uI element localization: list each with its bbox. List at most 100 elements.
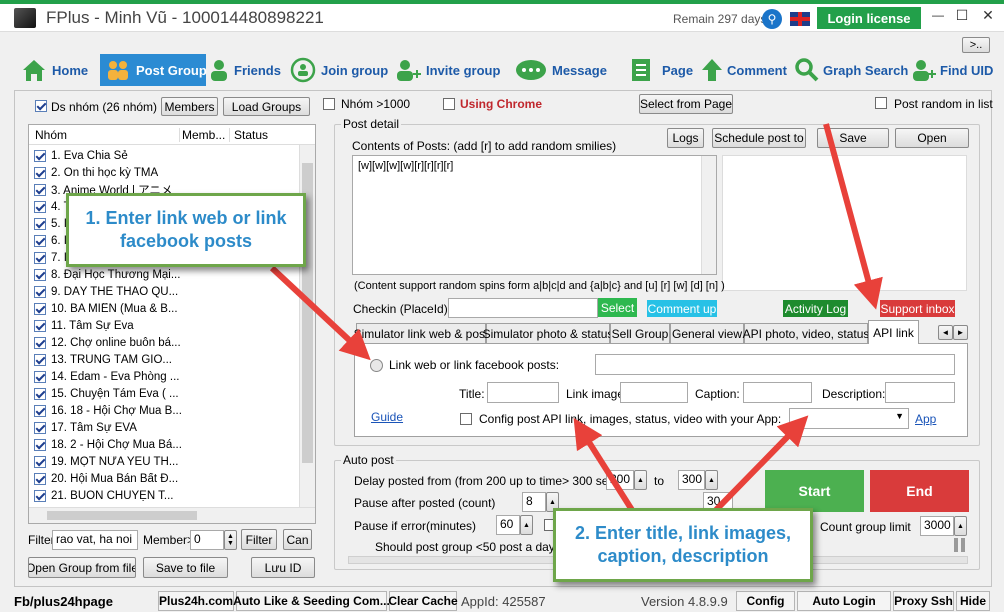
uk-flag-icon[interactable] (790, 12, 810, 26)
content-textarea[interactable]: [w][w][w][w][r][r][r][r] (352, 155, 717, 275)
group-row-checkbox[interactable] (34, 387, 46, 400)
close-button[interactable]: ✕ (978, 7, 998, 24)
using-chrome-checkbox[interactable] (443, 98, 455, 110)
group-row-checkbox[interactable] (34, 217, 46, 230)
group-list-hscroll[interactable] (29, 507, 315, 523)
plus24h-button[interactable]: Plus24h.com (158, 591, 234, 611)
tab-sell-group[interactable]: Sell Group (610, 323, 670, 343)
group-row[interactable]: 12. Chợ online buôn bá... (30, 334, 302, 351)
luu-id-button[interactable]: Lưu ID (251, 557, 315, 578)
group-row-checkbox[interactable] (34, 200, 46, 213)
group-row[interactable]: 20. Hội Mua Bán Bất Đ... (30, 470, 302, 487)
link-radio[interactable] (370, 359, 383, 372)
group-row[interactable]: 10. BA MIỀN (Mua & B... (30, 300, 302, 317)
filter-button[interactable]: Filter (241, 529, 277, 550)
schedule-button[interactable]: Schedule post to (712, 128, 806, 148)
group-row[interactable]: 18. 2 - Hội Chợ Mua Bá... (30, 436, 302, 453)
member-input[interactable]: 0 (190, 530, 224, 550)
tab-simulator-photo[interactable]: Simulator photo & status (483, 323, 613, 343)
nav-comment[interactable]: Comment (701, 54, 787, 86)
nhom-1000-checkbox[interactable] (323, 98, 335, 110)
tab-api-link[interactable]: API link (868, 320, 919, 344)
select-from-page-button[interactable]: Select from Page (639, 94, 733, 114)
link-image-input[interactable] (620, 382, 688, 403)
proxy-ssh-button[interactable]: Proxy Ssh (893, 591, 954, 611)
group-row[interactable]: 2. Ôn thi học kỳ TMA (30, 164, 302, 181)
nav-find-uid[interactable]: Find UID (910, 54, 993, 86)
group-row-checkbox[interactable] (34, 251, 46, 264)
pause-icon[interactable] (954, 538, 968, 554)
group-row-checkbox[interactable] (34, 183, 46, 196)
tab-scroll-left[interactable]: ◄ (938, 325, 953, 340)
auto-login-button[interactable]: Auto Login (797, 591, 891, 611)
activity-log-button[interactable]: Activity Log (783, 300, 848, 317)
key-icon[interactable]: ⚲ (762, 9, 782, 29)
tab-general-view[interactable]: General view (670, 323, 744, 343)
support-inbox-button[interactable]: Support inbox (880, 300, 955, 317)
group-row[interactable]: 1. Eva Chia Sẻ (30, 147, 302, 164)
logs-button[interactable]: Logs (667, 128, 704, 148)
can-button[interactable]: Can (283, 529, 312, 550)
config-checkbox[interactable] (460, 413, 472, 425)
maximize-button[interactable]: ☐ (952, 7, 972, 24)
more-button[interactable]: >.. (962, 37, 990, 53)
nav-graph-search[interactable]: Graph Search (793, 54, 908, 86)
group-row[interactable]: 11. Tâm Sự Eva (30, 317, 302, 334)
nav-page[interactable]: Page (628, 54, 693, 86)
ds-nhom-checkbox[interactable] (35, 100, 47, 112)
nav-message[interactable]: Message (514, 54, 607, 86)
group-row[interactable]: 19. MỘT NỬA YÊU TH... (30, 453, 302, 470)
group-row-checkbox[interactable] (34, 302, 46, 315)
login-license-button[interactable]: Login license (817, 7, 921, 29)
title-input[interactable] (487, 382, 559, 403)
group-row-checkbox[interactable] (34, 166, 46, 179)
start-button[interactable]: Start (765, 470, 864, 512)
count-group-spinner[interactable]: ▲ (954, 516, 967, 536)
group-row-checkbox[interactable] (34, 455, 46, 468)
delay-from-input[interactable]: 200 (606, 470, 634, 490)
tab-scroll-right[interactable]: ► (953, 325, 968, 340)
group-row-checkbox[interactable] (34, 234, 46, 247)
group-row[interactable]: 16. 18 - Hội Chợ Mua B... (30, 402, 302, 419)
group-row[interactable]: 17. Tâm Sự EVA (30, 419, 302, 436)
content-scrollbar[interactable] (701, 156, 716, 274)
tab-simulator-link[interactable]: Simulator link web & post (354, 323, 488, 343)
save-file-button[interactable]: Save to file (143, 557, 228, 578)
app-select[interactable]: ▼ (789, 408, 909, 429)
group-row-checkbox[interactable] (34, 421, 46, 434)
group-row-checkbox[interactable] (34, 285, 46, 298)
group-row-checkbox[interactable] (34, 268, 46, 281)
group-row[interactable]: 9. DÂY THỂ THAO QU... (30, 283, 302, 300)
count-group-input[interactable]: 3000 (920, 516, 954, 536)
save-button[interactable]: Save (817, 128, 889, 148)
members-button[interactable]: Members (161, 97, 218, 116)
app-link[interactable]: App (915, 412, 936, 426)
nav-friends[interactable]: Friends (208, 54, 281, 86)
auto-like-button[interactable]: Auto Like & Seeding Com... (233, 591, 390, 611)
group-row[interactable]: 14. Edam - Eva Phòng ... (30, 368, 302, 385)
group-row[interactable]: 15. Chuyện Tám Eva ( ... (30, 385, 302, 402)
load-groups-button[interactable]: Load Groups (223, 97, 310, 116)
nav-invite-group[interactable]: Invite group (394, 54, 500, 86)
nav-home[interactable]: Home (20, 54, 88, 86)
pause-error-input[interactable]: 60 (496, 515, 520, 535)
comment-up-button[interactable]: Comment up (647, 300, 717, 317)
description-input[interactable] (885, 382, 955, 403)
caption-input[interactable] (743, 382, 812, 403)
post-random-checkbox[interactable] (875, 97, 887, 109)
group-row-checkbox[interactable] (34, 353, 46, 366)
open-group-file-button[interactable]: Open Group from file (28, 557, 136, 578)
group-row-checkbox[interactable] (34, 336, 46, 349)
pause-after-input[interactable]: 8 (522, 492, 546, 512)
config-button[interactable]: Config (736, 591, 795, 611)
delay-from-spinner[interactable]: ▲ (634, 470, 647, 490)
delay-to-spinner[interactable]: ▲ (705, 470, 718, 490)
delay-to-input[interactable]: 300 (678, 470, 705, 490)
link-input[interactable] (595, 354, 955, 375)
hide-button[interactable]: Hide (956, 591, 990, 611)
member-spinner[interactable]: ▲ ▼ (224, 530, 237, 550)
group-row-checkbox[interactable] (34, 319, 46, 332)
checkin-input[interactable] (448, 298, 598, 318)
end-button[interactable]: End (870, 470, 969, 512)
group-row[interactable]: 8. Đại Học Thương Mại... (30, 266, 302, 283)
